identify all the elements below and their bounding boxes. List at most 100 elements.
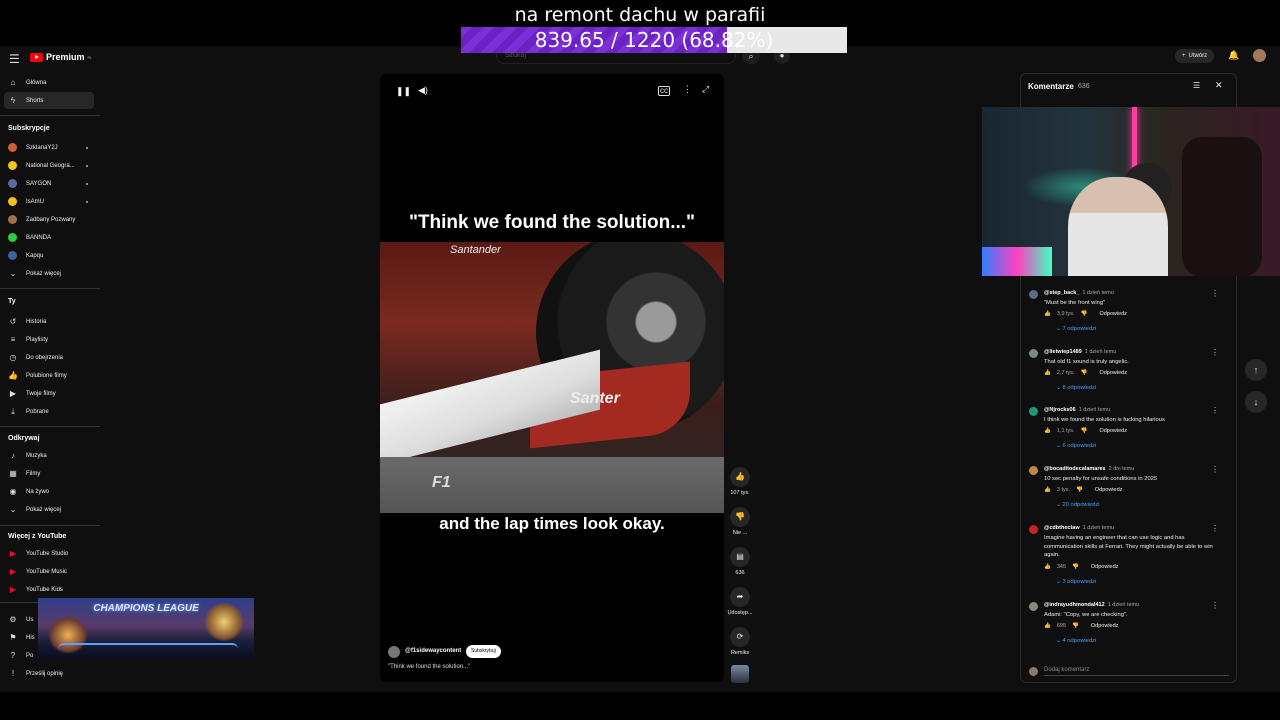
create-button[interactable]: + Utwórz	[1175, 49, 1215, 63]
comment-author[interactable]: @Njrocks06 1 dzień temu	[1044, 407, 1110, 413]
sidebar-item[interactable]: ▦ Filmy	[4, 465, 94, 482]
sidebar-item[interactable]: ⌂ Główna	[4, 74, 94, 91]
more-from-youtube-heading[interactable]: Więcej z YouTube	[8, 533, 66, 540]
sidebar-item[interactable]: ϟ Shorts	[4, 92, 94, 109]
explore-heading[interactable]: Odkrywaj	[8, 435, 40, 442]
more-options-icon[interactable]: ⋮	[683, 84, 692, 95]
you-heading[interactable]: Ty	[8, 298, 16, 305]
avatar[interactable]	[1029, 349, 1038, 358]
previous-short-button[interactable]: ↑	[1245, 359, 1267, 381]
comment-author[interactable]: @lietwiep1489 1 dzień temu	[1044, 349, 1116, 355]
youtube-logo[interactable]: Premium PL	[30, 52, 92, 62]
sidebar-item[interactable]: ♪ Muzyka	[4, 447, 94, 464]
add-comment-input[interactable]: Dodaj komentarz	[1044, 667, 1229, 676]
comment-author[interactable]: @bocaditodecalamares 2 dni temu	[1044, 466, 1134, 472]
more-options-icon[interactable]: ⋮	[1211, 465, 1219, 474]
sidebar-item[interactable]: SAYGON	[4, 175, 94, 192]
dislike-action[interactable]: 👎 Nie ...	[727, 507, 753, 536]
avatar[interactable]	[1029, 290, 1038, 299]
like-action[interactable]: 👍 107 tys.	[727, 467, 753, 496]
subscribe-button[interactable]: Subskrybuj	[466, 645, 501, 658]
avatar[interactable]	[1253, 49, 1266, 62]
view-replies-button[interactable]: ⌄ 6 odpowiedzi	[1056, 443, 1096, 449]
sidebar-item[interactable]: BANNDA	[4, 229, 94, 246]
sidebar-item[interactable]: ▶ Twoje filmy	[4, 385, 94, 402]
next-short-button[interactable]: ↓	[1245, 391, 1267, 413]
comment-icon[interactable]: ▤	[730, 547, 750, 567]
remix-action[interactable]: ⟳ Remiks	[727, 627, 753, 656]
view-replies-button[interactable]: ⌄ 20 odpowiedzi	[1056, 502, 1100, 508]
view-replies-button[interactable]: ⌄ 8 odpowiedzi	[1056, 385, 1096, 391]
view-replies-button[interactable]: ⌄ 7 odpowiedzi	[1056, 326, 1096, 332]
sidebar-item[interactable]: ⤓ Pobrane	[4, 403, 94, 420]
reply-button[interactable]: Odpowiedz	[1091, 623, 1119, 629]
close-icon[interactable]: ✕	[1215, 80, 1223, 91]
thumbs-down-icon[interactable]: 👎	[1081, 370, 1088, 376]
thumbs-up-icon[interactable]: 👍	[1044, 370, 1051, 376]
thumbs-up-icon[interactable]: 👍	[1044, 311, 1051, 317]
bell-icon[interactable]: 🔔	[1228, 50, 1239, 61]
more-options-icon[interactable]: ⋮	[1211, 406, 1219, 415]
comment-author[interactable]: @cdbthectaw 1 dzień temu	[1044, 525, 1114, 531]
avatar[interactable]	[1029, 525, 1038, 534]
sidebar-item[interactable]: IsAmU	[4, 193, 94, 210]
pause-icon[interactable]: ❚❚	[396, 86, 411, 97]
reply-button[interactable]: Odpowiedz	[1099, 311, 1127, 317]
sidebar-item[interactable]: ! Prześlij opinię	[4, 665, 94, 682]
thumbs-down-icon[interactable]: 👎	[1072, 564, 1079, 570]
more-options-icon[interactable]: ⋮	[1211, 601, 1219, 610]
shorts-video-player[interactable]: ❚❚ ◀) cc ⋮ ⤢ "Think we found the solutio…	[380, 74, 724, 682]
sidebar-item[interactable]: ▶ YouTube Music	[4, 563, 94, 580]
thumbs-up-icon[interactable]: 👍	[1044, 428, 1051, 434]
reply-button[interactable]: Odpowiedz	[1091, 564, 1119, 570]
more-options-icon[interactable]: ⋮	[1211, 348, 1219, 357]
thumbs-up-icon[interactable]: 👍	[1044, 623, 1051, 629]
reply-button[interactable]: Odpowiedz	[1099, 428, 1127, 434]
view-replies-button[interactable]: ⌄ 3 odpowiedzi	[1056, 579, 1096, 585]
comment-author[interactable]: @step_back_ 1 dzień temu	[1044, 290, 1114, 296]
thumbs-down-icon[interactable]: 👎	[1076, 487, 1083, 493]
reply-button[interactable]: Odpowiedz	[1099, 370, 1127, 376]
thumbs-down-icon[interactable]: 👎	[1081, 428, 1088, 434]
avatar[interactable]	[1029, 602, 1038, 611]
thumbs-up-icon[interactable]: 👍	[1044, 564, 1051, 570]
share-icon[interactable]: ➦	[730, 587, 750, 607]
share-action[interactable]: ➦ Udostęp...	[727, 587, 753, 616]
sidebar-item[interactable]: ◉ Na żywo	[4, 483, 94, 500]
more-options-icon[interactable]: ⋮	[1211, 524, 1219, 533]
thumbs-up-icon[interactable]: 👍	[730, 467, 750, 487]
sidebar-item[interactable]: ▶ YouTube Kids	[4, 581, 94, 598]
view-replies-button[interactable]: ⌄ 4 odpowiedzi	[1056, 638, 1096, 644]
channel-name[interactable]: @f1sidewaycontent	[405, 648, 461, 654]
sort-icon[interactable]: ☰	[1193, 81, 1200, 90]
captions-icon[interactable]: cc	[658, 86, 670, 96]
remix-icon[interactable]: ⟳	[730, 627, 750, 647]
sidebar-item[interactable]: SzklanaY2J	[4, 139, 94, 156]
avatar[interactable]	[1029, 466, 1038, 475]
menu-icon[interactable]: ☰	[9, 52, 20, 66]
subscriptions-heading[interactable]: Subskrypcje	[8, 125, 50, 132]
audio-thumbnail[interactable]	[731, 665, 749, 683]
sidebar-item[interactable]: ≡ Playlisty	[4, 331, 94, 348]
channel-avatar[interactable]	[388, 646, 400, 658]
volume-icon[interactable]: ◀)	[418, 85, 428, 96]
avatar[interactable]	[1029, 407, 1038, 416]
fullscreen-icon[interactable]: ⤢	[702, 84, 709, 95]
thumbs-down-icon[interactable]: 👎	[1072, 623, 1079, 629]
sidebar-item[interactable]: Kapqu	[4, 247, 94, 264]
more-options-icon[interactable]: ⋮	[1211, 289, 1219, 298]
sidebar-item[interactable]: 👍 Polubione filmy	[4, 367, 94, 384]
sidebar-item[interactable]: Zadbany Pozwany	[4, 211, 94, 228]
reply-button[interactable]: Odpowiedz	[1095, 487, 1123, 493]
sidebar-item[interactable]: ⌄ Pokaż więcej	[4, 265, 94, 282]
thumbs-down-icon[interactable]: 👎	[1081, 311, 1088, 317]
sidebar-item[interactable]: ↺ Historia	[4, 313, 94, 330]
sidebar-item[interactable]: ⌄ Pokaż więcej	[4, 501, 94, 518]
sidebar-item[interactable]: ◷ Do obejrzenia	[4, 349, 94, 366]
thumbs-down-icon[interactable]: 👎	[730, 507, 750, 527]
thumbs-up-icon[interactable]: 👍	[1044, 487, 1051, 493]
comments-action[interactable]: ▤ 636	[727, 547, 753, 576]
comment-author[interactable]: @indrayudhmondal412 1 dzień temu	[1044, 602, 1139, 608]
sidebar-item[interactable]: National Geogra...	[4, 157, 94, 174]
sidebar-item[interactable]: ▶ YouTube Studio	[4, 545, 94, 562]
